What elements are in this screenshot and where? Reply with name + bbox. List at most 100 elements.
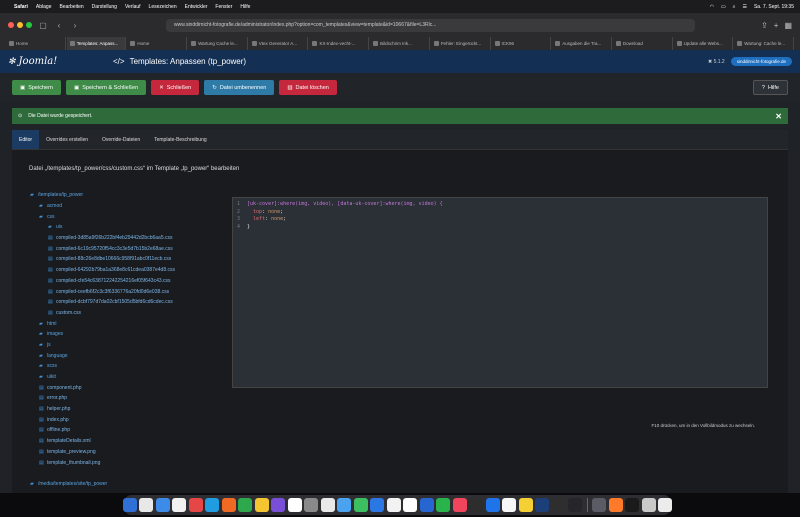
dock-app-icon[interactable] bbox=[122, 498, 137, 512]
dock-app-icon[interactable] bbox=[502, 498, 517, 512]
menubar-datetime[interactable]: Sa. 7. Sept. 19:35 bbox=[754, 4, 794, 10]
browser-tab[interactable]: ICK96 bbox=[492, 37, 552, 50]
control-center-icon[interactable]: ☰ bbox=[742, 4, 746, 10]
dock-app-icon[interactable] bbox=[608, 498, 623, 512]
menu-bearbeiten[interactable]: Bearbeiten bbox=[59, 4, 83, 10]
tab-editor[interactable]: Editor bbox=[12, 130, 40, 149]
share-icon[interactable]: ⇪ bbox=[761, 21, 768, 30]
tree-file[interactable]: ▤ compiled-cfe54c638712242254216ef05f643c… bbox=[30, 276, 220, 287]
dock-app-icon[interactable] bbox=[139, 498, 154, 512]
tree-folder[interactable]: ▰ js bbox=[30, 340, 220, 351]
tree-file[interactable]: ▤ component.php bbox=[30, 382, 220, 393]
dock-app-icon[interactable] bbox=[625, 498, 640, 512]
browser-tab[interactable]: Wartung: Cache le... bbox=[734, 37, 794, 50]
browser-tab[interactable]: Download bbox=[613, 37, 673, 50]
dock-app-icon[interactable] bbox=[221, 498, 236, 512]
code-line[interactable]: 1 [uk-cover]:where(img, video), [data-uk-… bbox=[237, 201, 763, 209]
menu-verlauf[interactable]: Verlauf bbox=[125, 4, 141, 10]
menu-hilfe[interactable]: Hilfe bbox=[240, 4, 250, 10]
tab-overrides-create[interactable]: Overrides erstellen bbox=[39, 130, 95, 149]
dock-app-icon[interactable] bbox=[304, 498, 319, 512]
browser-tab[interactable]: Vtex Generator A... bbox=[249, 37, 309, 50]
tab-overview-icon[interactable]: ▦ bbox=[784, 21, 792, 30]
browser-tab[interactable]: Wartung Cache le... bbox=[188, 37, 248, 50]
joomla-version[interactable]: ✖ 5.1.2 bbox=[708, 59, 725, 65]
rename-file-button[interactable]: ↻ Datei umbenennen bbox=[204, 80, 275, 95]
site-link-button[interactable]: sinddirnicht-fotografie.de bbox=[730, 57, 792, 66]
joomla-logo[interactable]: ✻ Joomla! bbox=[8, 56, 113, 67]
browser-tab[interactable]: Fehler: Eingerückt... bbox=[431, 37, 491, 50]
browser-tab[interactable]: Home bbox=[127, 37, 188, 50]
dock-app-icon[interactable] bbox=[172, 498, 187, 512]
tree-file[interactable]: ▤ helper.php bbox=[30, 404, 220, 415]
menu-ablage[interactable]: Ablage bbox=[36, 4, 52, 10]
tree-folder[interactable]: ▰ css bbox=[30, 211, 220, 222]
tree-file[interactable]: ▤ compiled-dcbf797d7da02cbf1505d5bfd6cd6c… bbox=[30, 297, 220, 308]
browser-tab[interactable]: Ausgaben die Tra... bbox=[552, 37, 612, 50]
dock-app-icon[interactable] bbox=[320, 498, 335, 512]
dock-app-icon[interactable] bbox=[592, 498, 607, 512]
dock-app-icon[interactable] bbox=[658, 498, 673, 512]
close-button[interactable]: ✕ Schließen bbox=[151, 80, 200, 95]
sidebar-toggle-icon[interactable]: ▢ bbox=[38, 21, 48, 30]
dock-app-icon[interactable] bbox=[205, 498, 220, 512]
tree-folder[interactable]: ▰ html bbox=[30, 318, 220, 329]
dock-app-icon[interactable] bbox=[452, 498, 467, 512]
tree-folder[interactable]: ▰ uis bbox=[30, 222, 220, 233]
browser-tab[interactable]: Templates: Anpass... bbox=[66, 37, 127, 50]
tree-file[interactable]: ▤ index.php bbox=[30, 414, 220, 425]
tree-folder[interactable]: ▰ /media/templates/site/tp_power bbox=[30, 479, 220, 490]
dock-app-icon[interactable] bbox=[419, 498, 434, 512]
code-content[interactable]: 1 [uk-cover]:where(img, video), [data-uk-… bbox=[233, 198, 767, 234]
tree-file[interactable]: ▤ templateDetails.xml bbox=[30, 436, 220, 447]
dock-app-icon[interactable] bbox=[337, 498, 352, 512]
menu-entwickler[interactable]: Entwickler bbox=[185, 4, 208, 10]
close-window-button[interactable] bbox=[8, 22, 14, 28]
dock-app-icon[interactable] bbox=[188, 498, 203, 512]
code-line[interactable]: 2 top: none; bbox=[237, 209, 763, 217]
tree-file[interactable]: ▤ compiled-3d85a9f26b222bf4eb29442d2bcb6a… bbox=[30, 233, 220, 244]
new-tab-icon[interactable]: + bbox=[774, 21, 779, 30]
dock-app-icon[interactable] bbox=[155, 498, 170, 512]
dock-app-icon[interactable] bbox=[436, 498, 451, 512]
menu-fenster[interactable]: Fenster bbox=[215, 4, 232, 10]
battery-icon[interactable]: ▭ bbox=[721, 4, 726, 10]
menu-lesezeichen[interactable]: Lesezeichen bbox=[149, 4, 177, 10]
dock-app-icon[interactable] bbox=[535, 498, 550, 512]
tab-override-files[interactable]: Override-Dateien bbox=[95, 130, 147, 149]
dock-app-icon[interactable] bbox=[485, 498, 500, 512]
dock-app-icon[interactable] bbox=[353, 498, 368, 512]
tree-folder[interactable]: ▰ /templates/tp_power bbox=[30, 190, 220, 201]
help-button[interactable]: ? Hilfe bbox=[752, 80, 788, 95]
tree-folder[interactable]: ▰ images bbox=[30, 329, 220, 340]
tree-file[interactable]: ▤ template_thumbnail.png bbox=[30, 457, 220, 468]
tree-file[interactable]: ▤ custom.css bbox=[30, 308, 220, 319]
code-editor[interactable]: 1 [uk-cover]:where(img, video), [data-uk-… bbox=[232, 197, 768, 388]
dock-app-icon[interactable] bbox=[370, 498, 385, 512]
tree-file[interactable]: ▤ compiled-ceefb6f2c3c3f6336776a20fd0d6e0… bbox=[30, 286, 220, 297]
save-close-button[interactable]: ▣ Speichern & Schließen bbox=[65, 80, 147, 95]
browser-tab[interactable]: Home bbox=[6, 37, 66, 50]
save-button[interactable]: ▣ Speichern bbox=[12, 80, 61, 95]
browser-tab[interactable]: KX-Index-vecht-... bbox=[309, 37, 370, 50]
menu-safari[interactable]: Safari bbox=[14, 4, 28, 10]
tree-file[interactable]: ▤ template_preview.png bbox=[30, 447, 220, 458]
zoom-window-button[interactable] bbox=[26, 22, 32, 28]
tree-file[interactable]: ▤ compiled-6c19c95720f54cc3c3e5d7b15b2e68… bbox=[30, 243, 220, 254]
dock-app-icon[interactable] bbox=[551, 498, 566, 512]
tab-template-description[interactable]: Template-Beschreibung bbox=[147, 130, 214, 149]
dock-app-icon[interactable] bbox=[238, 498, 253, 512]
address-bar[interactable]: www.sinddirnicht-fotografie.de/administr… bbox=[166, 18, 696, 32]
dock-app-icon[interactable] bbox=[568, 498, 583, 512]
dock-app-icon[interactable] bbox=[403, 498, 418, 512]
search-icon[interactable]: ⌕ bbox=[733, 4, 736, 10]
dock-app-icon[interactable] bbox=[518, 498, 533, 512]
dock-app-icon[interactable] bbox=[254, 498, 269, 512]
code-line[interactable]: 3 left: none; bbox=[237, 216, 763, 224]
menu-darstellung[interactable]: Darstellung bbox=[92, 4, 117, 10]
forward-icon[interactable]: › bbox=[70, 21, 80, 30]
browser-tab[interactable]: Bildschirm Ink... bbox=[370, 37, 430, 50]
tree-folder[interactable]: ▰ acmod bbox=[30, 201, 220, 212]
dock-app-icon[interactable] bbox=[271, 498, 286, 512]
tree-folder[interactable]: ▰ uikit bbox=[30, 372, 220, 383]
